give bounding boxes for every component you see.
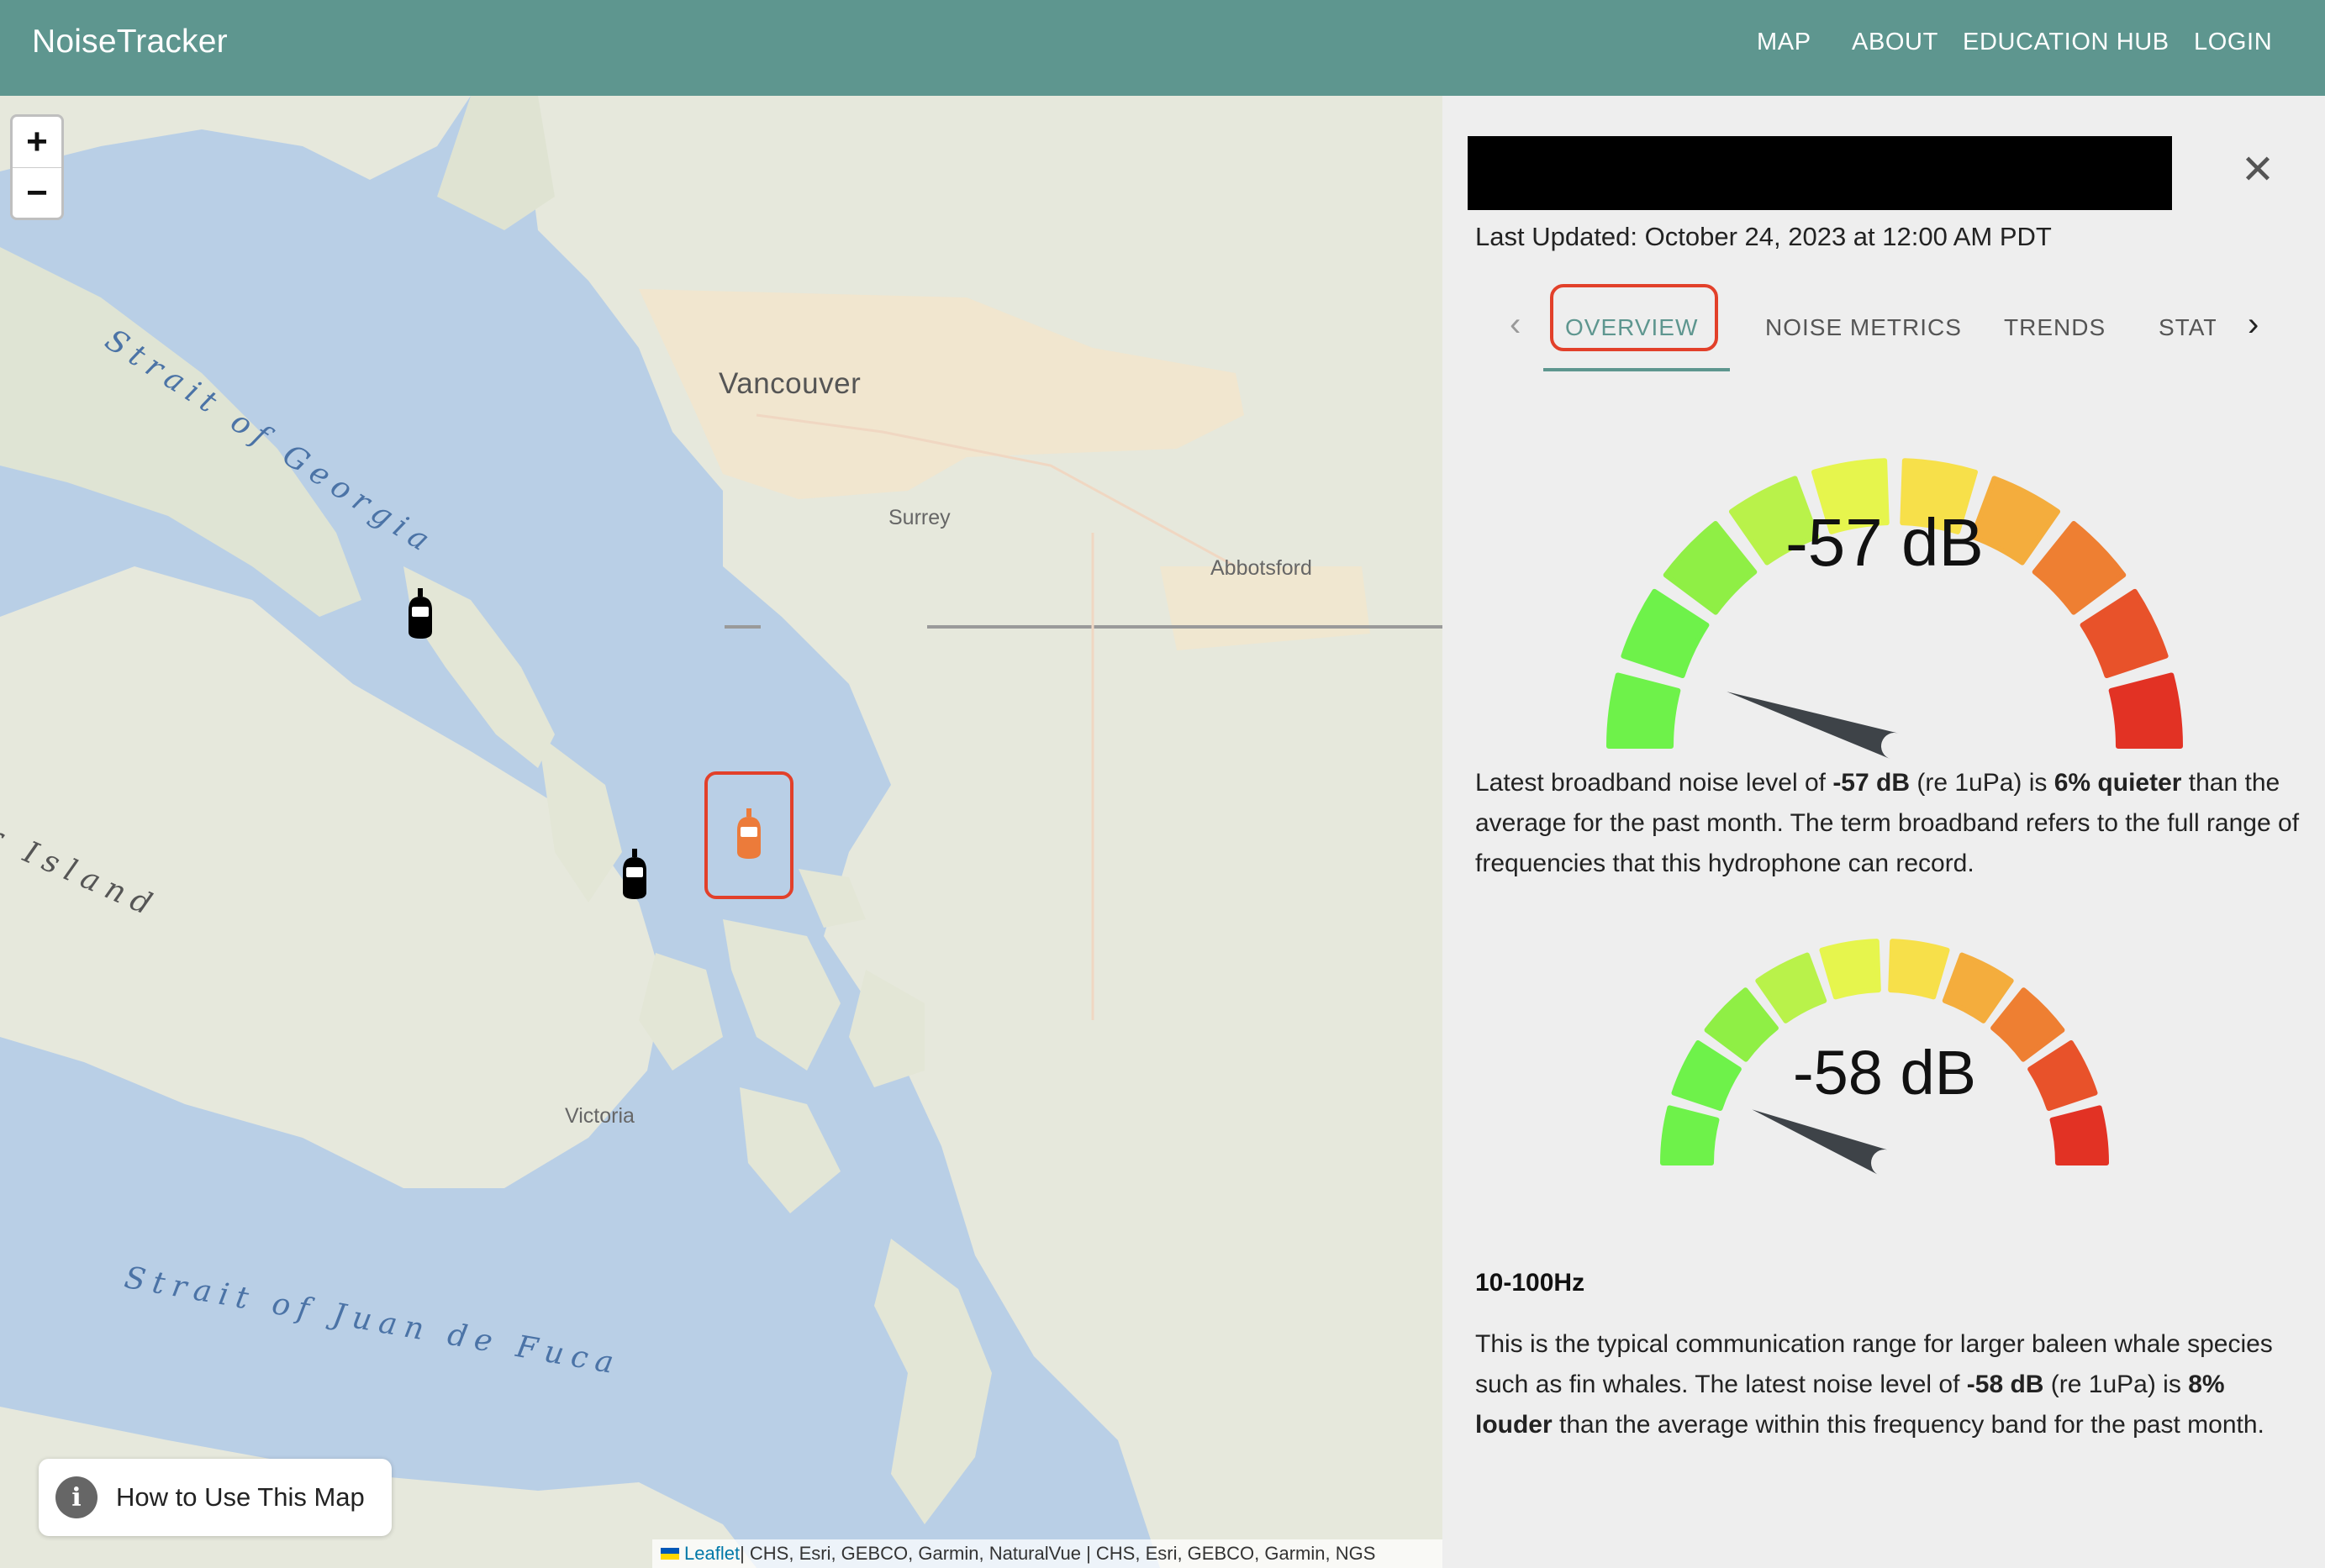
nav-map[interactable]: MAP: [1757, 29, 1811, 56]
tab-overview[interactable]: OVERVIEW: [1565, 314, 1698, 341]
broadband-gauge-value: -57 dB: [1785, 505, 1984, 580]
map-view[interactable]: Strait of Georgia Vancouver Surrey Abbot…: [0, 96, 1442, 1568]
broadband-description: Latest broadband noise level of -57 dB (…: [1475, 769, 2300, 877]
zoom-out-button[interactable]: −: [13, 167, 61, 218]
zoom-in-button[interactable]: +: [13, 117, 61, 167]
gauge-segment: [1819, 939, 1881, 1000]
gauge-segment: [1621, 588, 1710, 679]
ukraine-flag-icon: [661, 1548, 679, 1560]
gauge-segment: [2080, 588, 2169, 679]
gauge-needle: [1752, 1109, 1890, 1176]
last-updated-text: Last Updated: October 24, 2023 at 12:00 …: [1475, 222, 2052, 251]
band-description: This is the typical communication range …: [1475, 1330, 2273, 1439]
tab-stations[interactable]: STATI: [2159, 314, 2216, 341]
gauge-needle: [1727, 692, 1899, 760]
panel-tabs: ‹ OVERVIEW NOISE METRICS TRENDS STATI ›: [1476, 284, 2317, 376]
nav-about[interactable]: ABOUT: [1852, 29, 1938, 56]
station-detail-panel: ✕ Last Updated: October 24, 2023 at 12:0…: [1442, 96, 2325, 1568]
gauge-segment: [1755, 952, 1827, 1023]
gauge-segment: [1660, 1105, 1720, 1165]
label-victoria: Victoria: [565, 1104, 635, 1128]
station-title-redacted: [1468, 136, 2172, 210]
gauge-segment: [2108, 672, 2183, 749]
tab-noise-metrics[interactable]: NOISE METRICS: [1765, 314, 1962, 341]
label-surrey: Surrey: [888, 506, 951, 529]
info-icon: i: [55, 1476, 98, 1518]
broadband-gauge: [1606, 458, 2183, 760]
how-to-use-map-button[interactable]: i How to Use This Map: [39, 1459, 392, 1536]
tab-trends[interactable]: TRENDS: [2004, 314, 2106, 341]
nav-education-hub[interactable]: EDUCATION HUB: [1963, 29, 2169, 56]
hydrophone-marker-selected[interactable]: [734, 807, 764, 860]
tab-scroll-right-icon[interactable]: ›: [2248, 306, 2259, 344]
gauge-segment: [1942, 952, 2014, 1023]
brand-logo[interactable]: NoiseTracker: [32, 24, 228, 61]
hydrophone-marker[interactable]: [619, 847, 650, 901]
attribution-text: | CHS, Esri, GEBCO, Garmin, NaturalVue |…: [740, 1543, 1376, 1564]
gauge-segment: [1606, 672, 1681, 749]
tab-active-underline: [1543, 368, 1730, 371]
gauge-segment: [2049, 1105, 2109, 1165]
gauge-segment: [1888, 939, 1950, 1000]
close-panel-button[interactable]: ✕: [2234, 146, 2281, 193]
map-attribution: Leaflet | CHS, Esri, GEBCO, Garmin, Natu…: [652, 1539, 1442, 1568]
tab-strip: OVERVIEW NOISE METRICS TRENDS STATI: [1476, 284, 2216, 376]
hydrophone-marker[interactable]: [405, 587, 435, 640]
how-to-use-label: How to Use This Map: [116, 1482, 365, 1512]
leaflet-link[interactable]: Leaflet: [684, 1543, 740, 1565]
label-abbotsford: Abbotsford: [1210, 556, 1312, 580]
zoom-control: + −: [10, 114, 64, 220]
band-title: 10-100Hz: [1475, 1269, 1585, 1297]
label-vancouver: Vancouver: [719, 367, 862, 400]
top-nav-bar: NoiseTracker MAP ABOUT EDUCATION HUB LOG…: [0, 0, 2325, 96]
nav-login[interactable]: LOGIN: [2194, 29, 2272, 56]
band-gauge-value: -58 dB: [1792, 1038, 1977, 1108]
